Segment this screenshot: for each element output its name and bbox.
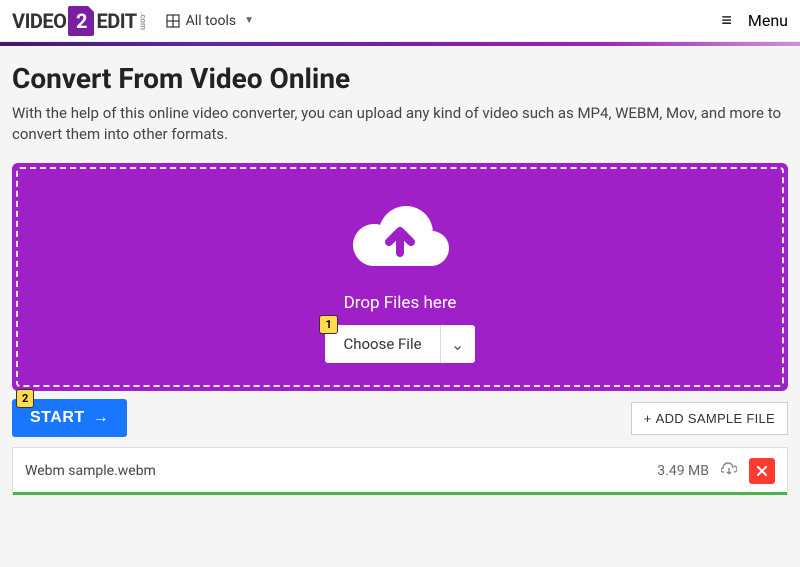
cloud-download-icon[interactable] xyxy=(721,462,737,480)
close-icon xyxy=(757,464,767,479)
file-row: Webm sample.webm 3.49 MB xyxy=(12,447,788,495)
chevron-down-icon: ⌄ xyxy=(451,335,464,354)
action-row: 2 START → + ADD SAMPLE FILE xyxy=(12,399,788,437)
file-size: 3.49 MB xyxy=(657,463,709,479)
logo-dotcom: .com xyxy=(139,12,148,30)
choose-file-button-group: Choose File ⌄ xyxy=(325,325,474,363)
main-content: Convert From Video Online With the help … xyxy=(0,46,800,511)
step-badge-1: 1 xyxy=(319,315,337,334)
dropzone-container[interactable]: Drop Files here 1 Choose File ⌄ xyxy=(12,163,788,391)
logo-badge-2: 2 xyxy=(68,6,94,36)
hamburger-icon[interactable]: ≡ xyxy=(721,10,732,31)
add-sample-label: ADD SAMPLE FILE xyxy=(656,411,775,426)
chevron-down-icon: ▼ xyxy=(244,15,254,26)
arrow-right-icon: → xyxy=(93,409,110,427)
grid-icon xyxy=(166,14,180,28)
menu-label[interactable]: Menu xyxy=(748,11,788,30)
add-sample-file-button[interactable]: + ADD SAMPLE FILE xyxy=(631,402,788,435)
header-bar: VIDEO 2 EDIT .com All tools ▼ ≡ Menu xyxy=(0,0,800,42)
dropzone[interactable]: Drop Files here 1 Choose File ⌄ xyxy=(16,167,784,387)
remove-file-button[interactable] xyxy=(749,458,775,484)
all-tools-menu[interactable]: All tools ▼ xyxy=(166,13,254,29)
drop-files-label: Drop Files here xyxy=(344,293,457,313)
file-name: Webm sample.webm xyxy=(25,463,657,479)
plus-icon: + xyxy=(644,411,652,426)
page-description: With the help of this online video conve… xyxy=(12,103,788,145)
step-badge-2: 2 xyxy=(16,389,34,408)
all-tools-label: All tools xyxy=(186,13,236,29)
choose-file-button[interactable]: Choose File xyxy=(325,325,440,363)
choose-file-dropdown[interactable]: ⌄ xyxy=(441,325,475,363)
logo[interactable]: VIDEO 2 EDIT .com xyxy=(12,6,148,36)
logo-text-video: VIDEO xyxy=(12,9,66,33)
start-label: START xyxy=(30,409,85,427)
cloud-upload-icon xyxy=(345,197,455,281)
page-title: Convert From Video Online xyxy=(12,62,788,95)
logo-text-edit: EDIT xyxy=(96,9,136,33)
